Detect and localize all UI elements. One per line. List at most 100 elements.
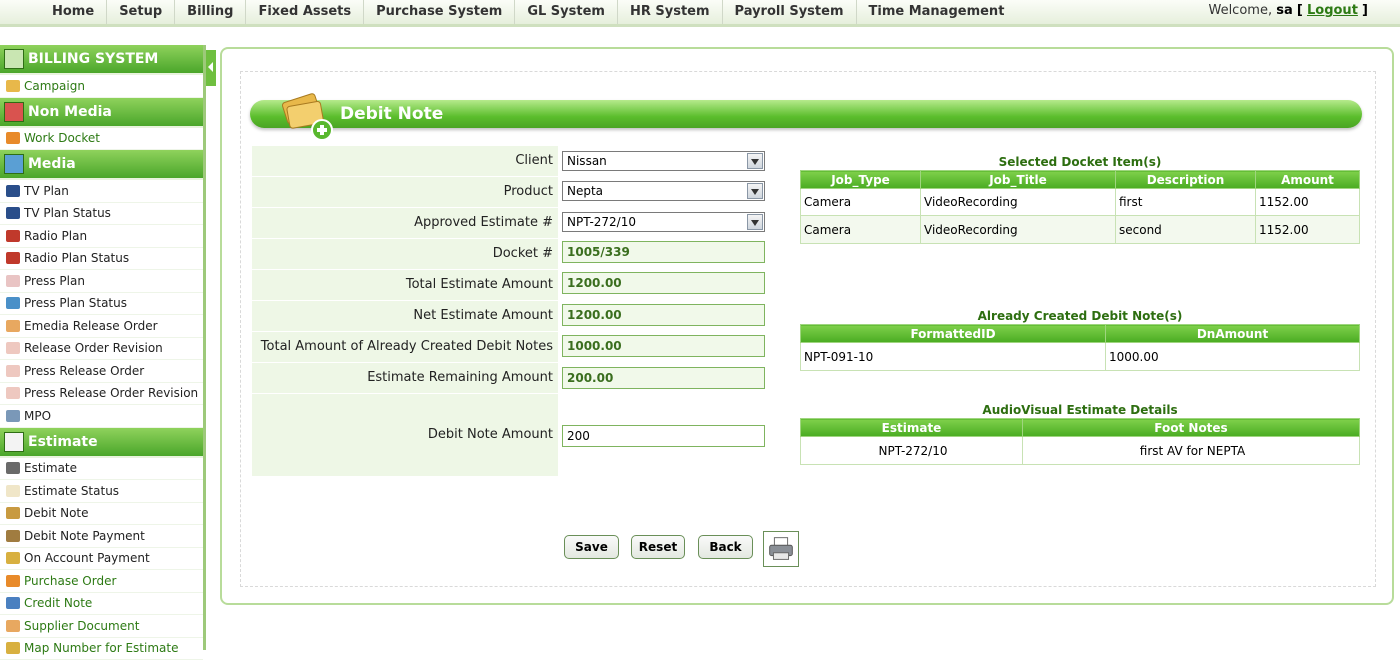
client-select[interactable]: Nissan bbox=[562, 151, 765, 171]
sidebar-item-supplier-document[interactable]: Supplier Document bbox=[0, 615, 203, 638]
sidebar-item-debit-note[interactable]: Debit Note bbox=[0, 503, 203, 526]
approved-estimate-value: NPT-272/10 bbox=[567, 215, 636, 229]
sidebar-item-label: Estimate bbox=[24, 457, 77, 479]
sidebar-item-on-account-payment[interactable]: On Account Payment bbox=[0, 548, 203, 571]
column-header[interactable]: Job_Title bbox=[921, 171, 1116, 189]
sidebar-header-estimate[interactable]: Estimate bbox=[0, 428, 203, 458]
column-header[interactable]: Estimate bbox=[801, 419, 1023, 437]
table-cell: 1152.00 bbox=[1256, 189, 1360, 216]
sidebar-item-credit-note[interactable]: Credit Note bbox=[0, 593, 203, 616]
tv-icon bbox=[6, 185, 20, 197]
debit-note-amount-input[interactable]: 200 bbox=[562, 425, 765, 447]
chevron-down-icon[interactable] bbox=[747, 183, 763, 199]
username: sa bbox=[1276, 3, 1293, 18]
sidebar-item-map-number[interactable]: Map Number for Estimate bbox=[0, 638, 203, 660]
column-header[interactable]: FormattedID bbox=[801, 325, 1106, 343]
sidebar-item-estimate-status[interactable]: Estimate Status bbox=[0, 480, 203, 503]
map-icon bbox=[6, 642, 20, 654]
document-icon bbox=[6, 620, 20, 632]
chevron-down-icon[interactable] bbox=[747, 153, 763, 169]
table-row[interactable]: NPT-272/10 first AV for NEPTA bbox=[801, 437, 1360, 465]
menu-setup[interactable]: Setup bbox=[107, 0, 175, 24]
sidebar-item-label: On Account Payment bbox=[24, 547, 150, 569]
sidebar-item-radio-plan-status[interactable]: Radio Plan Status bbox=[0, 248, 203, 271]
chevron-down-icon[interactable] bbox=[747, 214, 763, 230]
sidebar-item-debit-note-payment[interactable]: Debit Note Payment bbox=[0, 525, 203, 548]
table-cell: NPT-091-10 bbox=[801, 343, 1106, 371]
sidebar-item-label: Estimate Status bbox=[24, 480, 119, 502]
table-cell: first bbox=[1116, 189, 1256, 216]
sidebar-item-estimate[interactable]: Estimate bbox=[0, 458, 203, 481]
document-icon bbox=[6, 387, 20, 399]
non-media-icon bbox=[4, 102, 24, 122]
approved-estimate-select[interactable]: NPT-272/10 bbox=[562, 212, 765, 232]
sidebar-header-billing[interactable]: BILLING SYSTEM bbox=[0, 45, 203, 75]
reset-button[interactable]: Reset bbox=[631, 535, 685, 559]
mpo-icon bbox=[6, 410, 20, 422]
sidebar-item-press-plan[interactable]: Press Plan bbox=[0, 270, 203, 293]
table-row[interactable]: Camera VideoRecording first 1152.00 bbox=[801, 189, 1360, 216]
sidebar-item-tv-plan[interactable]: TV Plan bbox=[0, 180, 203, 203]
sidebar-item-radio-plan[interactable]: Radio Plan bbox=[0, 225, 203, 248]
radio-icon bbox=[6, 230, 20, 242]
payment-icon bbox=[6, 552, 20, 564]
main-menu: Home Setup Billing Fixed Assets Purchase… bbox=[40, 0, 1016, 24]
docket-label: Docket # bbox=[252, 239, 558, 269]
table-row[interactable]: Camera VideoRecording second 1152.00 bbox=[801, 216, 1360, 244]
menu-fixed-assets[interactable]: Fixed Assets bbox=[246, 0, 364, 24]
remaining-amount-field[interactable]: 200.00 bbox=[562, 367, 765, 389]
sidebar-item-tv-plan-status[interactable]: TV Plan Status bbox=[0, 203, 203, 226]
sidebar-item-work-docket[interactable]: Work Docket bbox=[0, 128, 203, 151]
sidebar-item-press-release-order[interactable]: Press Release Order bbox=[0, 360, 203, 383]
menu-billing[interactable]: Billing bbox=[175, 0, 246, 24]
sidebar-item-emedia-release-order[interactable]: Emedia Release Order bbox=[0, 315, 203, 338]
created-grid-caption: Already Created Debit Note(s) bbox=[800, 309, 1360, 323]
welcome-text: Welcome, bbox=[1208, 3, 1272, 18]
document-icon bbox=[6, 320, 20, 332]
column-header[interactable]: Description bbox=[1116, 171, 1256, 189]
menu-hr-system[interactable]: HR System bbox=[618, 0, 723, 24]
sidebar-collapse-toggle[interactable] bbox=[206, 50, 216, 86]
sidebar-header-media[interactable]: Media bbox=[0, 150, 203, 180]
menu-gl-system[interactable]: GL System bbox=[515, 0, 618, 24]
net-estimate-field[interactable]: 1200.00 bbox=[562, 304, 765, 326]
print-button[interactable] bbox=[763, 531, 799, 567]
sidebar-item-press-plan-status[interactable]: Press Plan Status bbox=[0, 293, 203, 316]
column-header[interactable]: Job_Type bbox=[801, 171, 921, 189]
created-debit-notes-label: Total Amount of Already Created Debit No… bbox=[252, 332, 558, 362]
sidebar-item-mpo[interactable]: MPO bbox=[0, 405, 203, 428]
sidebar-item-purchase-order[interactable]: Purchase Order bbox=[0, 570, 203, 593]
card-icon bbox=[6, 507, 20, 519]
column-header[interactable]: Amount bbox=[1256, 171, 1360, 189]
column-header[interactable]: Foot Notes bbox=[1023, 419, 1360, 437]
sidebar-item-label: Supplier Document bbox=[24, 615, 139, 637]
sidebar-item-label: Radio Plan Status bbox=[24, 247, 129, 269]
sidebar-item-press-release-order-revision[interactable]: Press Release Order Revision bbox=[0, 383, 203, 406]
table-row[interactable]: NPT-091-10 1000.00 bbox=[801, 343, 1360, 371]
sidebar-item-label: TV Plan bbox=[24, 180, 69, 202]
sidebar-item-release-order-revision[interactable]: Release Order Revision bbox=[0, 338, 203, 361]
table-cell: VideoRecording bbox=[921, 189, 1116, 216]
menu-payroll-system[interactable]: Payroll System bbox=[723, 0, 857, 24]
created-debit-notes-field[interactable]: 1000.00 bbox=[562, 335, 765, 357]
sidebar-header-non-media[interactable]: Non Media bbox=[0, 98, 203, 128]
product-label: Product bbox=[252, 177, 558, 207]
logout-link[interactable]: Logout bbox=[1307, 3, 1358, 18]
av-grid: Estimate Foot Notes NPT-272/10 first AV … bbox=[800, 418, 1360, 465]
save-button[interactable]: Save bbox=[564, 535, 619, 559]
menu-purchase-system[interactable]: Purchase System bbox=[364, 0, 515, 24]
menu-time-management[interactable]: Time Management bbox=[857, 0, 1017, 24]
sidebar-item-campaign[interactable]: Campaign bbox=[0, 75, 203, 98]
table-cell: Camera bbox=[801, 189, 921, 216]
menu-home[interactable]: Home bbox=[40, 0, 107, 24]
page-title-bar: Debit Note bbox=[250, 100, 1362, 128]
column-header[interactable]: DnAmount bbox=[1106, 325, 1360, 343]
product-select[interactable]: Nepta bbox=[562, 181, 765, 201]
document-icon bbox=[6, 342, 20, 354]
docket-field[interactable]: 1005/339 bbox=[562, 241, 765, 263]
sidebar-item-label: Debit Note bbox=[24, 502, 89, 524]
av-grid-caption: AudioVisual Estimate Details bbox=[800, 403, 1360, 417]
back-button[interactable]: Back bbox=[698, 535, 753, 559]
table-cell: 1152.00 bbox=[1256, 216, 1360, 244]
total-estimate-field[interactable]: 1200.00 bbox=[562, 272, 765, 294]
